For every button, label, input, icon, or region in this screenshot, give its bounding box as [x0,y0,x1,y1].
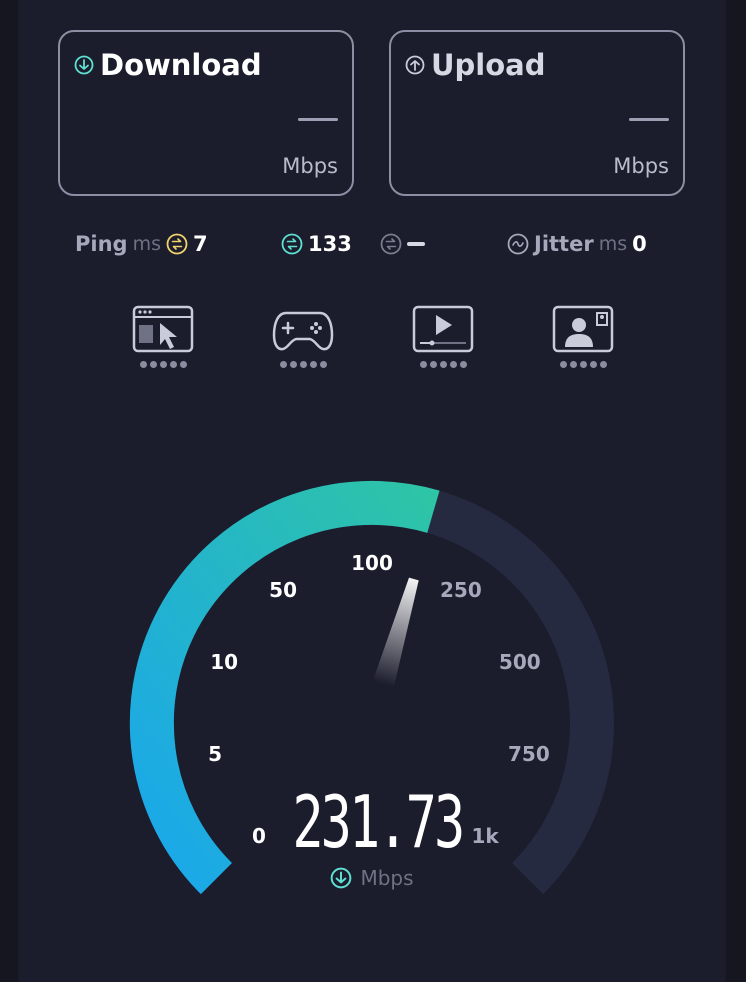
jitter-label: Jitter [534,232,594,256]
ping-unit: ms [132,233,161,255]
ping-download-value: 133 [308,232,352,256]
video-call-quality-dots [548,361,618,368]
quality-streaming[interactable] [408,305,478,368]
quality-video-call[interactable] [548,305,618,368]
upload-card: Upload Mbps [389,30,685,196]
quality-browsing[interactable] [128,305,198,368]
download-arrow-icon [331,867,352,889]
gauge-tick-label: 50 [269,578,297,602]
upload-ping-icon [380,233,402,255]
upload-arrow-icon [405,55,425,75]
browsing-icon [132,305,194,353]
stats-row: Ping ms 7 133 Jitter ms 0 [18,229,726,259]
download-ping-icon [281,233,303,255]
browsing-quality-dots [128,361,198,368]
ping-label: Ping [75,232,128,256]
gaming-icon [272,311,334,351]
ping-upload-placeholder [407,242,425,246]
ping-idle-value: 7 [193,232,208,256]
download-title: Download [74,48,262,82]
jitter-icon [507,233,529,255]
upload-value-placeholder [629,118,669,121]
download-card: Download Mbps [58,30,354,196]
download-label: Download [100,48,262,82]
gauge-tick-label: 10 [210,650,238,674]
gauge-tick-label: 250 [440,578,482,602]
streaming-quality-dots [408,361,478,368]
download-unit: Mbps [282,154,338,178]
download-arrow-icon [74,55,94,75]
speed-reading: 231.73 [292,780,465,864]
upload-title: Upload [405,48,546,82]
ping-idle-stat: Ping ms 7 [75,229,208,259]
ping-upload-stat [380,229,425,259]
gauge-tick-label: 5 [208,742,222,766]
jitter-unit: ms [598,233,628,255]
gauge-tick-label: 750 [508,742,550,766]
ping-download-stat: 133 [281,229,352,259]
speed-reading-unit-row: Mbps [18,866,726,890]
upload-label: Upload [431,48,546,82]
idle-ping-icon [166,233,188,255]
upload-unit: Mbps [613,154,669,178]
gauge-needle [372,577,419,688]
video-call-icon [552,305,614,353]
speed-reading-unit: Mbps [360,866,414,890]
quality-gaming[interactable] [268,305,338,368]
gauge-tick-label: 100 [351,551,393,575]
gaming-quality-dots [268,361,338,368]
jitter-stat: Jitter ms 0 [507,229,647,259]
streaming-icon [412,305,474,353]
gauge-tick-label: 500 [499,650,541,674]
download-value-placeholder [298,118,338,121]
speedtest-app: Download Mbps Upload Mbps Ping ms 7 133 … [18,0,726,982]
jitter-value: 0 [632,232,647,256]
